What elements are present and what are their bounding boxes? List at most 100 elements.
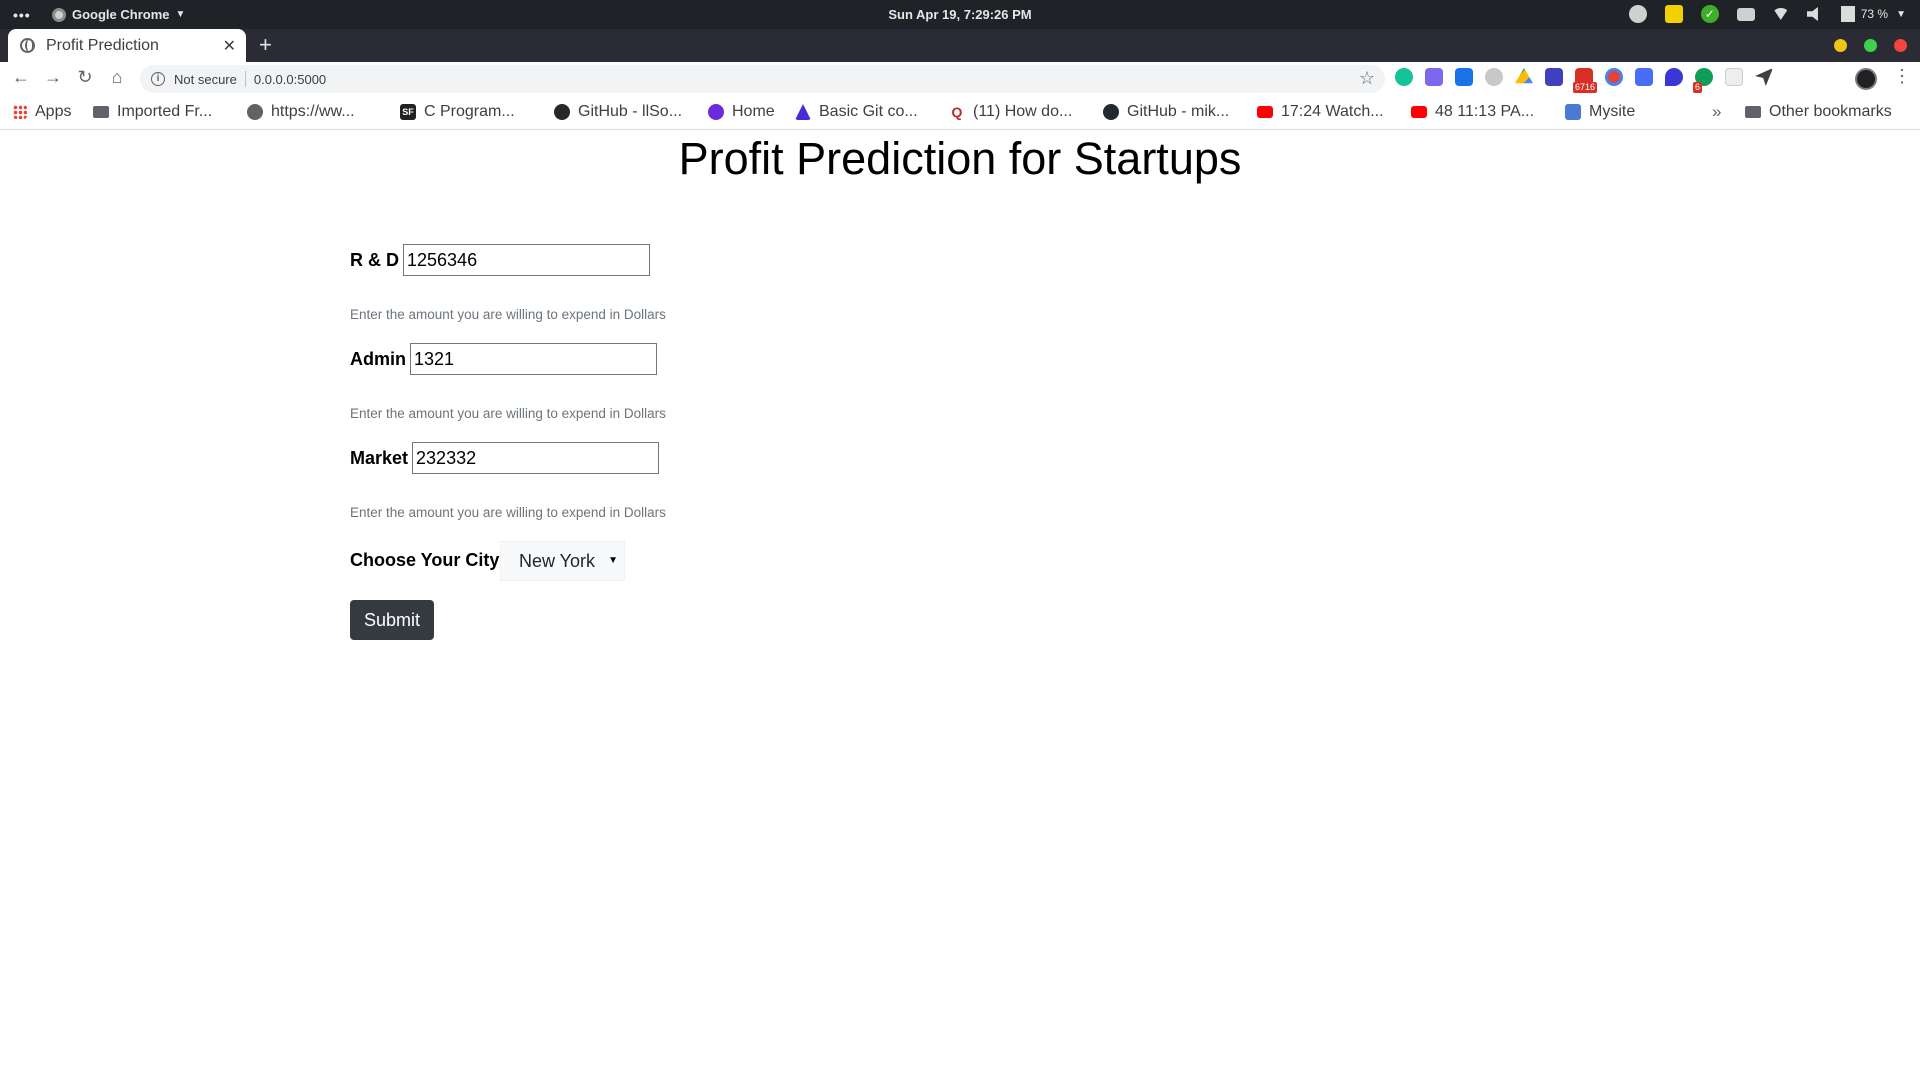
browser-menu-icon[interactable]: ⋮ — [1893, 66, 1911, 87]
home-favicon-icon — [708, 104, 724, 120]
close-tab-icon[interactable]: ✕ — [223, 36, 236, 56]
battery-percent: 73 % — [1860, 7, 1889, 21]
caffeine-icon[interactable] — [1628, 5, 1647, 23]
page-content: Profit Prediction for Startups R & D Ent… — [0, 131, 1920, 1080]
youtube-icon — [1411, 106, 1427, 118]
other-bookmarks[interactable]: Other bookmarks — [1745, 103, 1892, 121]
forward-arrow-icon[interactable]: → — [42, 67, 64, 88]
screenshot-icon[interactable] — [1736, 7, 1755, 21]
bookmark-apps[interactable]: Apps — [13, 103, 71, 121]
sf-icon: SF — [400, 104, 416, 120]
bookmark-label: Imported Fr... — [117, 103, 213, 120]
chrome-extension-icon[interactable] — [1605, 68, 1623, 86]
bookmark-youtube-2[interactable]: 48 11:13 PA... — [1411, 103, 1534, 121]
github-icon — [1103, 104, 1119, 120]
admin-label: Admin — [350, 348, 406, 369]
bookmark-github-2[interactable]: GitHub - mik... — [1103, 103, 1229, 121]
camera-extension-icon[interactable] — [1425, 68, 1443, 86]
window-minimize-button[interactable] — [1834, 39, 1847, 52]
send-icon[interactable] — [1755, 68, 1773, 86]
bookmark-quora[interactable]: Q (11) How do... — [949, 103, 1073, 121]
youtube-icon — [1257, 106, 1273, 118]
admin-field-row: Admin — [350, 343, 657, 375]
omnibox-divider — [244, 71, 246, 87]
tab-profit-prediction[interactable]: Profit Prediction ✕ — [8, 29, 246, 62]
apps-grid-icon — [13, 105, 27, 119]
market-input[interactable] — [412, 442, 660, 474]
github-icon — [554, 104, 570, 120]
bookmarks-bar: Apps Imported Fr... https://ww... SF C P… — [0, 96, 1920, 130]
market-help-text: Enter the amount you are willing to expe… — [350, 505, 666, 520]
battery-icon[interactable] — [1840, 6, 1855, 22]
new-tab-button[interactable]: + — [259, 32, 272, 58]
security-label[interactable]: Not secure — [174, 72, 237, 87]
url-text[interactable]: 0.0.0.0:5000 — [254, 72, 326, 87]
submit-button[interactable]: Submit — [350, 600, 434, 640]
admin-help-text: Enter the amount you are willing to expe… — [350, 406, 666, 421]
bookmark-label: Apps — [35, 103, 72, 120]
extensions-row: 6716 6 — [1395, 68, 1773, 93]
admin-input[interactable] — [410, 343, 657, 375]
window-maximize-button[interactable] — [1864, 39, 1877, 52]
google-drive-icon[interactable] — [1515, 68, 1533, 84]
bookmark-basic-git[interactable]: Basic Git co... — [795, 103, 918, 121]
address-bar[interactable]: i Not secure 0.0.0.0:5000 ☆ — [140, 65, 1385, 93]
tab-title: Profit Prediction — [46, 36, 159, 54]
bookmark-label: Mysite — [1589, 103, 1636, 120]
city-selected-value: New York — [519, 550, 596, 571]
more-bookmarks-chevron-icon[interactable]: » — [1712, 102, 1721, 122]
grammarly-icon[interactable] — [1395, 68, 1413, 86]
bookmark-star-icon[interactable]: ☆ — [1359, 68, 1375, 89]
bookmark-imported[interactable]: Imported Fr... — [93, 103, 212, 121]
bookmark-label: Basic Git co... — [819, 103, 918, 120]
system-tray: ✓ 73 % ▼ — [1628, 5, 1906, 23]
task-check-icon[interactable]: ✓ — [1700, 5, 1719, 23]
back-arrow-icon[interactable]: ← — [10, 67, 32, 88]
bookmark-mysite[interactable]: Mysite — [1565, 103, 1635, 121]
gmail-badge: 6716 — [1573, 82, 1598, 93]
volume-icon[interactable] — [1806, 7, 1818, 21]
rd-input[interactable] — [403, 244, 650, 276]
folder-icon — [93, 106, 109, 118]
site-icon — [1565, 104, 1581, 120]
bookmark-home[interactable]: Home — [708, 103, 775, 121]
quora-icon: Q — [951, 104, 963, 120]
bookmark-label: Home — [732, 103, 775, 120]
home-icon[interactable]: ⌂ — [106, 67, 128, 88]
purple-extension-icon[interactable] — [1545, 68, 1563, 86]
gmail-icon[interactable]: 6716 — [1573, 68, 1598, 93]
globe-favicon-icon — [20, 38, 35, 53]
market-label: Market — [350, 447, 409, 468]
info-icon[interactable]: i — [151, 72, 165, 86]
bookmark-https[interactable]: https://ww... — [247, 103, 355, 121]
bookmark-youtube-1[interactable]: 17:24 Watch... — [1257, 103, 1384, 121]
city-label: Choose Your City : — [350, 550, 511, 570]
extension-badge: 6 — [1693, 82, 1703, 93]
window-close-button[interactable] — [1894, 39, 1907, 52]
wifi-icon[interactable] — [1772, 8, 1789, 20]
other-bookmarks-label: Other bookmarks — [1769, 103, 1892, 120]
green-extension-icon[interactable]: 6 — [1693, 68, 1713, 93]
bookmark-label: GitHub - mik... — [1127, 103, 1230, 120]
blue-extension-icon[interactable] — [1635, 68, 1653, 86]
bookmark-c-program[interactable]: SF C Program... — [400, 103, 515, 121]
translate-extension-icon[interactable] — [1455, 68, 1473, 86]
city-select[interactable]: New York ▼ — [500, 541, 625, 581]
dropdown-arrow-icon: ▼ — [608, 555, 618, 566]
gray-extension-icon[interactable] — [1485, 68, 1503, 86]
atlassian-icon — [795, 104, 811, 120]
tab-strip: Profit Prediction ✕ + — [0, 29, 1920, 62]
bookmark-label: 48 11:13 PA... — [1435, 103, 1535, 120]
profile-avatar[interactable] — [1855, 68, 1877, 90]
bookmark-label: 17:24 Watch... — [1281, 103, 1384, 120]
reload-icon[interactable]: ↻ — [74, 67, 96, 88]
p-extension-icon[interactable] — [1665, 68, 1683, 86]
bookmark-label: https://ww... — [271, 103, 355, 120]
blank-extension-icon[interactable] — [1725, 68, 1743, 86]
market-field-row: Market — [350, 442, 660, 474]
browser-toolbar: ← → ↻ ⌂ i Not secure 0.0.0.0:5000 ☆ 6716… — [0, 62, 1920, 96]
tray-caret-icon[interactable]: ▼ — [1896, 9, 1906, 20]
bookmark-github-1[interactable]: GitHub - llSo... — [554, 103, 682, 121]
sticky-notes-icon[interactable] — [1664, 5, 1683, 23]
globe-icon — [247, 104, 263, 120]
